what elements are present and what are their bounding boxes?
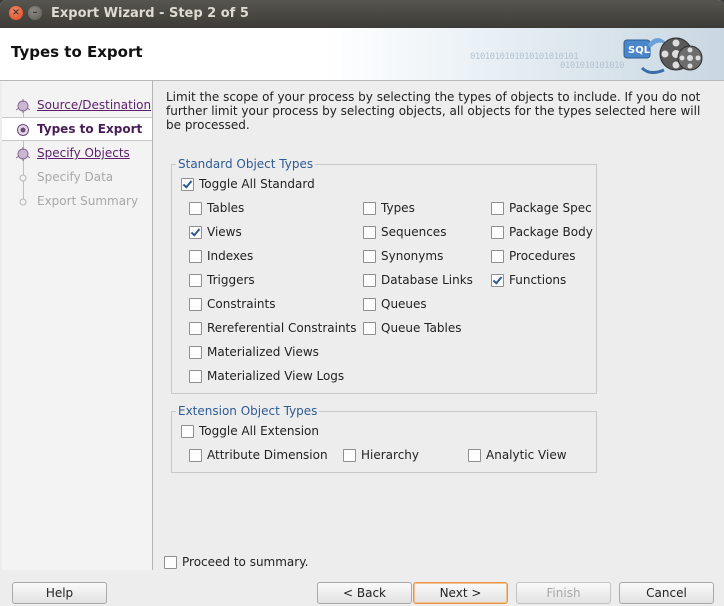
step-current-node-icon	[17, 124, 29, 136]
step-types-to-export[interactable]: Types to Export	[2, 117, 152, 141]
checkbox-label: Constraints	[207, 297, 276, 311]
step-label: Specify Objects	[37, 146, 130, 160]
step-source-destination[interactable]: Source/Destination	[2, 94, 152, 116]
checkbox-label: Proceed to summary.	[182, 555, 309, 569]
checkbox-box[interactable]	[491, 226, 504, 239]
checkbox-label: Procedures	[509, 249, 576, 263]
checkbox-box[interactable]	[181, 178, 194, 191]
step-specify-data: Specify Data	[2, 166, 152, 188]
export-wizard-window: × – Export Wizard - Step 2 of 5 Types to…	[0, 0, 724, 606]
checkbox-label: Synonyms	[381, 249, 444, 263]
checkbox-label: Attribute Dimension	[207, 448, 328, 462]
checkbox-label: Queues	[381, 297, 427, 311]
checkbox-label: Queue Tables	[381, 321, 462, 335]
checkbox-box[interactable]	[189, 346, 202, 359]
checkbox-box[interactable]	[343, 449, 356, 462]
minimize-window-button[interactable]: –	[28, 6, 42, 20]
help-button[interactable]: Help	[12, 582, 107, 604]
checkbox-box[interactable]	[189, 322, 202, 335]
checkbox-box[interactable]	[189, 298, 202, 311]
checkbox-label: Materialized View Logs	[207, 369, 345, 383]
step-pending-node-icon	[19, 198, 27, 206]
svg-text:SQL: SQL	[628, 45, 651, 56]
wizard-steps-pane: Source/Destination Types to Export Speci…	[2, 81, 153, 570]
checkbox-label: Sequences	[381, 225, 447, 239]
step-pending-node-icon	[19, 174, 27, 182]
checkbox-label: Types	[381, 201, 415, 215]
checkbox-box[interactable]	[189, 226, 202, 239]
header-binary-decoration: 0101010101010	[560, 61, 624, 71]
checkbox-label: Tables	[207, 201, 245, 215]
checkbox-label: Functions	[509, 273, 567, 287]
checkbox-label: Rereferential Constraints	[207, 321, 357, 335]
checkbox-label: Analytic View	[486, 448, 567, 462]
checkbox-box[interactable]	[491, 250, 504, 263]
close-window-button[interactable]: ×	[9, 6, 23, 20]
checkbox-box[interactable]	[164, 556, 177, 569]
step-label: Specify Data	[37, 170, 114, 184]
description-text: Limit the scope of your process by selec…	[166, 90, 701, 132]
cancel-button[interactable]: Cancel	[619, 582, 714, 604]
checkbox-label: Toggle All Extension	[199, 424, 319, 438]
checkbox-box[interactable]	[363, 274, 376, 287]
checkbox-box[interactable]	[189, 274, 202, 287]
group-legend: Extension Object Types	[178, 404, 318, 418]
step-completed-node-icon	[16, 99, 30, 113]
finish-button[interactable]: Finish	[516, 582, 611, 604]
checkbox-box[interactable]	[363, 298, 376, 311]
checkbox-box[interactable]	[189, 250, 202, 263]
extension-object-types-group: Extension Object Types	[171, 404, 597, 473]
checkbox-box[interactable]	[189, 370, 202, 383]
step-label: Export Summary	[37, 194, 139, 208]
checkbox-box[interactable]	[491, 202, 504, 215]
checkbox-label: Package Spec	[509, 201, 592, 215]
checkbox-label: Hierarchy	[361, 448, 420, 462]
checkbox-label: Views	[207, 225, 242, 239]
wizard-header: Types to Export 0101010101010101010101 0…	[0, 28, 724, 81]
checkbox-label: Indexes	[207, 249, 254, 263]
checkbox-box[interactable]	[363, 322, 376, 335]
window-title: Export Wizard - Step 2 of 5	[51, 6, 249, 21]
checkbox-label: Package Body	[509, 225, 593, 239]
step-completed-node-icon	[16, 147, 30, 161]
checkbox-box[interactable]	[491, 274, 504, 287]
step-export-summary: Export Summary	[2, 190, 152, 212]
sql-film-reel-logo-icon: SQL	[623, 37, 703, 75]
checkbox-label: Triggers	[207, 273, 255, 287]
checkbox-box[interactable]	[363, 250, 376, 263]
next-button[interactable]: Next >	[413, 582, 508, 604]
checkbox-box[interactable]	[189, 202, 202, 215]
checkbox-box[interactable]	[363, 226, 376, 239]
checkbox-box[interactable]	[468, 449, 481, 462]
wizard-content: Limit the scope of your process by selec…	[154, 81, 724, 570]
back-button[interactable]: < Back	[317, 582, 412, 604]
group-legend: Standard Object Types	[178, 157, 314, 171]
checkbox-box[interactable]	[363, 202, 376, 215]
checkbox-label: Materialized Views	[207, 345, 319, 359]
page-title: Types to Export	[11, 43, 143, 61]
checkbox-box[interactable]	[189, 449, 202, 462]
step-label: Types to Export	[37, 122, 143, 136]
title-bar: × – Export Wizard - Step 2 of 5	[0, 0, 724, 28]
step-specify-objects[interactable]: Specify Objects	[2, 142, 152, 164]
checkbox-label: Database Links	[381, 273, 473, 287]
checkbox-label: Toggle All Standard	[199, 177, 315, 191]
step-label: Source/Destination	[37, 98, 152, 112]
checkbox-box[interactable]	[181, 425, 194, 438]
